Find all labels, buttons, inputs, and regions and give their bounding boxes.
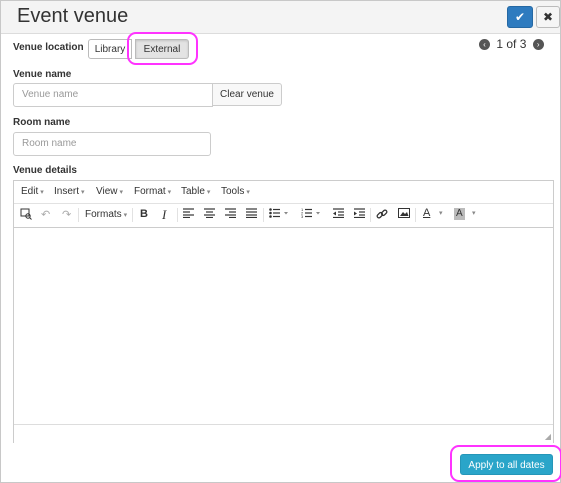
checkmark-icon: ✔: [514, 10, 526, 24]
toolbar-divider: [370, 208, 371, 222]
background-color-caret-icon[interactable]: ▾: [472, 209, 476, 217]
menu-tools[interactable]: Tools ▾: [221, 186, 250, 197]
event-venue-dialog: Event venue ✔ ✖ Venue location Library E…: [0, 0, 561, 483]
confirm-button[interactable]: ✔: [507, 6, 533, 28]
find-replace-icon[interactable]: [20, 208, 32, 223]
formats-dropdown[interactable]: Formats ▾: [85, 209, 127, 220]
background-color-icon[interactable]: A: [454, 208, 465, 220]
numbered-list-icon[interactable]: 123: [301, 207, 321, 221]
toolbar-divider: [263, 208, 264, 222]
bold-icon[interactable]: B: [140, 208, 148, 220]
pager-text: 1 of 3: [496, 37, 527, 51]
text-color-caret-icon[interactable]: ▾: [439, 209, 443, 217]
menu-format[interactable]: Format ▾: [134, 186, 171, 197]
venue-details-label: Venue details: [13, 165, 77, 176]
editor-content-area[interactable]: [14, 228, 553, 424]
venue-location-label: Venue location: [13, 42, 84, 53]
redo-icon[interactable]: ↷: [62, 208, 71, 221]
clear-venue-button[interactable]: Clear venue: [212, 83, 282, 106]
editor-statusbar: ◢: [14, 424, 553, 443]
toolbar-divider: [415, 208, 416, 222]
menu-insert[interactable]: Insert ▾: [54, 186, 85, 197]
toolbar-divider: [78, 208, 79, 222]
close-icon: ✖: [542, 10, 554, 24]
text-color-icon[interactable]: A: [423, 207, 430, 219]
menu-edit[interactable]: Edit ▾: [21, 186, 44, 197]
pager: ‹ 1 of 3 ›: [479, 37, 544, 51]
align-center-icon[interactable]: [204, 208, 215, 221]
room-name-label: Room name: [13, 117, 71, 128]
toolbar-divider: [132, 208, 133, 222]
venue-name-input[interactable]: Venue name: [13, 83, 213, 107]
prev-page-icon[interactable]: ‹: [479, 39, 490, 51]
option-library[interactable]: Library: [88, 39, 132, 59]
svg-text:3: 3: [301, 214, 304, 218]
outdent-icon[interactable]: [333, 208, 344, 221]
rich-text-editor: Edit ▾ Insert ▾ View ▾ Format ▾ Table ▾ Tools…: [13, 180, 554, 443]
dialog-header: Event venue ✔ ✖: [1, 1, 560, 34]
editor-toolbar: ↶ ↷ Formats ▾ B I 1 2 3 A ▾ A ▾: [14, 204, 553, 228]
close-button[interactable]: ✖: [536, 6, 560, 28]
apply-highlight-ring: [450, 445, 561, 482]
dialog-title: Event venue: [17, 5, 129, 27]
resize-grip-icon[interactable]: ◢: [545, 432, 551, 441]
next-page-icon[interactable]: ›: [532, 39, 544, 51]
external-highlight-ring: [127, 32, 198, 65]
align-left-icon[interactable]: [183, 208, 194, 221]
menu-view[interactable]: View ▾: [96, 186, 123, 197]
room-name-input[interactable]: Room name: [13, 132, 211, 156]
link-icon[interactable]: [376, 208, 388, 223]
editor-menubar: Edit ▾ Insert ▾ View ▾ Format ▾ Table ▾ Tools…: [14, 181, 553, 204]
venue-name-label: Venue name: [13, 69, 72, 80]
undo-icon[interactable]: ↶: [41, 208, 50, 221]
bullet-list-icon[interactable]: [269, 208, 289, 221]
align-right-icon[interactable]: [225, 208, 236, 221]
indent-icon[interactable]: [354, 208, 365, 221]
toolbar-divider: [177, 208, 178, 222]
menu-table[interactable]: Table ▾: [181, 186, 210, 197]
align-justify-icon[interactable]: [246, 208, 257, 221]
italic-icon[interactable]: I: [162, 207, 166, 223]
image-icon[interactable]: [398, 208, 410, 221]
